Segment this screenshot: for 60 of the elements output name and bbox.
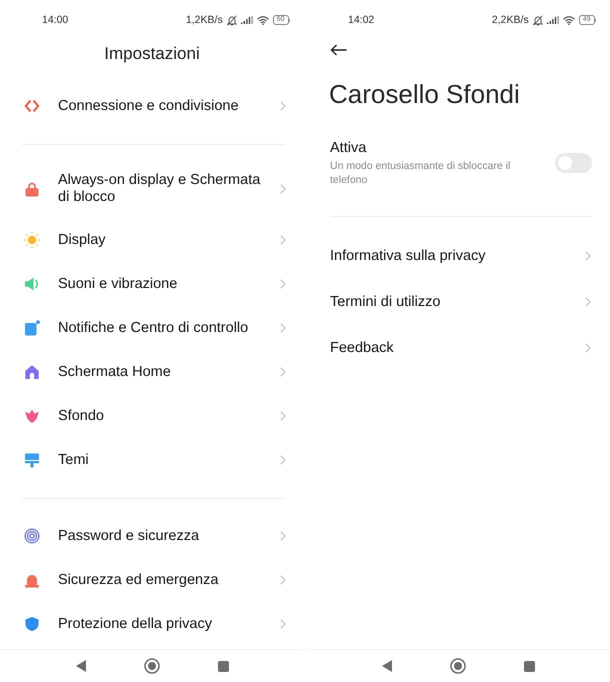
- muted-bell-icon: [532, 14, 543, 26]
- network-speed: 1,2KB/s: [186, 14, 223, 26]
- settings-item[interactable]: Schermata Home: [0, 350, 304, 394]
- chevron-right-icon: [280, 455, 286, 465]
- siren-icon: [24, 572, 40, 588]
- settings-item[interactable]: Password e sicurezza: [0, 514, 304, 558]
- back-arrow-icon[interactable]: [330, 44, 347, 56]
- status-time: 14:00: [42, 14, 68, 26]
- chevron-right-icon: [585, 343, 591, 353]
- chevron-right-icon: [280, 367, 286, 377]
- menu-item[interactable]: Feedback: [306, 325, 610, 371]
- chevron-right-icon: [280, 619, 286, 629]
- chevron-right-icon: [280, 411, 286, 421]
- settings-item[interactable]: Sfondo: [0, 394, 304, 438]
- settings-item[interactable]: Suoni e vibrazione: [0, 262, 304, 306]
- nav-back-icon[interactable]: [382, 660, 392, 672]
- settings-item[interactable]: Notifiche e Centro di controllo: [0, 306, 304, 350]
- chevron-right-icon: [280, 575, 286, 585]
- chevron-right-icon: [585, 297, 591, 307]
- chevron-right-icon: [280, 184, 286, 194]
- chevron-right-icon: [585, 251, 591, 261]
- nav-home-icon[interactable]: [144, 658, 160, 674]
- notification-icon: [24, 320, 40, 336]
- network-speed: 2,2KB/s: [492, 14, 529, 26]
- page-title: Carosello Sfondi: [328, 78, 521, 111]
- chevron-right-icon: [280, 323, 286, 333]
- lock-icon: [24, 181, 40, 197]
- settings-item[interactable]: Always-on display e Schermata di blocco: [0, 160, 304, 218]
- paint-brush-icon: [24, 452, 40, 468]
- home-icon: [24, 364, 40, 380]
- signal-icon: [240, 16, 253, 24]
- wifi-icon: [562, 16, 575, 24]
- settings-item[interactable]: Display: [0, 218, 304, 262]
- chevron-right-icon: [280, 101, 286, 111]
- shield-icon: [24, 616, 40, 632]
- settings-item[interactable]: Sicurezza ed emergenza: [0, 558, 304, 602]
- tulip-icon: [24, 408, 40, 424]
- nav-back-icon[interactable]: [76, 660, 86, 672]
- settings-item[interactable]: Connessione e condivisione: [0, 84, 304, 128]
- menu-item[interactable]: Informativa sulla privacy: [306, 233, 610, 279]
- page-title: Impostazioni: [103, 43, 201, 65]
- settings-item[interactable]: Temi: [0, 438, 304, 482]
- setting-title: Attiva: [330, 139, 366, 157]
- settings-item[interactable]: Protezione della privacy: [0, 602, 304, 646]
- fingerprint-icon: [24, 528, 40, 544]
- chevron-right-icon: [280, 531, 286, 541]
- speaker-icon: [24, 276, 40, 292]
- sun-icon: [24, 232, 40, 248]
- nav-recents-icon[interactable]: [524, 660, 534, 672]
- nav-recents-icon[interactable]: [218, 660, 228, 672]
- chevron-right-icon: [280, 279, 286, 289]
- angle-brackets-icon: [24, 98, 40, 114]
- muted-bell-icon: [226, 14, 237, 26]
- menu-item[interactable]: Termini di utilizzo: [306, 279, 610, 325]
- nav-home-icon[interactable]: [450, 658, 466, 674]
- wifi-icon: [256, 16, 269, 24]
- setting-description: Un modo entusiasmante di sbloccare il telefono: [330, 159, 512, 187]
- chevron-right-icon: [280, 235, 286, 245]
- status-time: 14:02: [348, 14, 374, 26]
- signal-icon: [546, 16, 559, 24]
